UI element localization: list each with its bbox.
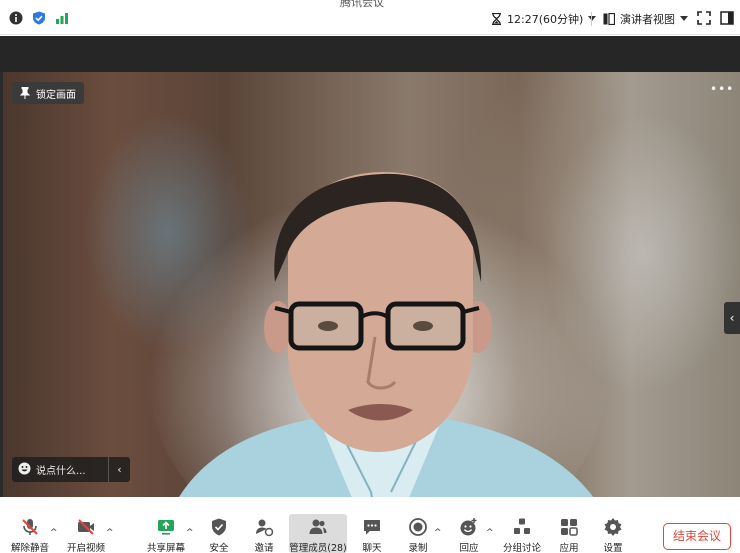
breakout-label: 分组讨论 (502, 543, 541, 553)
video-button[interactable]: 开启视频 (66, 514, 106, 553)
timer-text: 12:27(60分钟) (507, 13, 584, 26)
lock-view-label: 锁定画面 (36, 89, 76, 101)
emoji-icon (460, 518, 477, 536)
members-label: 管理成员(28) (289, 543, 347, 553)
shield-icon[interactable] (32, 11, 46, 25)
meeting-stage: 锁定画面 ••• ‹ 说点什么... ‹ (0, 36, 740, 497)
manage-members-button[interactable]: 管理成员(28) (289, 514, 347, 553)
mute-label: 解除静音 (10, 543, 49, 553)
reactions-label: 回应 (459, 543, 479, 553)
lock-view-button[interactable]: 锁定画面 (12, 82, 84, 104)
shield-icon (212, 518, 226, 536)
breakout-button[interactable]: 分组讨论 (502, 514, 542, 553)
view-label: 演讲者视图 (620, 13, 675, 26)
sidebar-toggle-icon[interactable] (720, 11, 734, 25)
chat-button[interactable]: 聊天 (357, 514, 387, 553)
chat-icon (364, 520, 380, 535)
chevron-left-icon[interactable]: ‹ (108, 457, 130, 482)
fullscreen-icon[interactable] (697, 11, 711, 25)
security-button[interactable]: 安全 (204, 514, 234, 553)
window-title: 腾讯会议 (340, 0, 384, 9)
view-selector[interactable]: 演讲者视图 (603, 11, 688, 27)
pin-icon (20, 87, 30, 99)
stage-header (0, 36, 740, 72)
share-label: 共享屏幕 (146, 543, 185, 553)
record-button[interactable]: 录制 (403, 514, 433, 553)
apps-button[interactable]: 应用 (554, 514, 584, 553)
share-screen-button[interactable]: 共享屏幕 (146, 514, 186, 553)
more-options-button[interactable]: ••• (710, 83, 733, 100)
speaker-view-icon (603, 13, 615, 25)
hourglass-icon (492, 13, 501, 25)
record-icon (409, 518, 427, 536)
top-bar: 腾讯会议 12:27(60分钟) 演讲者视图 (0, 0, 740, 35)
gear-icon (604, 518, 622, 536)
mic-off-icon (22, 519, 38, 535)
reactions-button[interactable]: 回应 (454, 514, 484, 553)
meeting-timer[interactable]: 12:27(60分钟) (491, 11, 597, 27)
video-label: 开启视频 (66, 543, 105, 553)
chevron-down-icon (588, 16, 597, 21)
breakout-rooms-icon (514, 518, 530, 534)
info-icon[interactable] (9, 11, 23, 25)
chevron-up-icon[interactable]: ^ (434, 528, 442, 538)
divider (591, 12, 592, 26)
speaker-video[interactable] (3, 72, 740, 497)
chevron-up-icon[interactable]: ^ (486, 528, 494, 538)
record-label: 录制 (408, 543, 428, 553)
security-label: 安全 (209, 543, 229, 553)
chat-placeholder: 说点什么... (36, 466, 86, 477)
end-meeting-button[interactable]: 结束会议 (663, 523, 731, 550)
share-screen-icon (158, 520, 174, 535)
members-icon (309, 519, 327, 534)
mute-button[interactable]: 解除静音 (10, 514, 50, 553)
invite-button[interactable]: 邀请 (249, 514, 279, 553)
chevron-down-icon (680, 16, 688, 21)
camera-off-icon (78, 519, 94, 535)
add-user-icon (256, 519, 274, 537)
signal-icon[interactable] (55, 11, 69, 25)
apps-icon (561, 519, 578, 536)
bottom-toolbar: 解除静音 ^ 开启视频 ^ 共享屏幕 ^ 安全 邀请 管理成员(28) 聊天 录… (0, 514, 740, 553)
apps-label: 应用 (559, 543, 579, 553)
chevron-up-icon[interactable]: ^ (186, 528, 194, 538)
emoji-icon[interactable] (12, 462, 36, 478)
chevron-up-icon[interactable]: ^ (106, 528, 114, 538)
invite-label: 邀请 (254, 543, 274, 553)
chevron-up-icon[interactable]: ^ (50, 528, 58, 538)
quick-chat-input[interactable]: 说点什么... ‹ (12, 457, 130, 482)
settings-label: 设置 (603, 543, 623, 553)
settings-button[interactable]: 设置 (598, 514, 628, 553)
collapse-arrow-button[interactable]: ‹ (724, 302, 740, 334)
speaker-portrait (148, 172, 608, 497)
chat-label: 聊天 (362, 543, 382, 553)
